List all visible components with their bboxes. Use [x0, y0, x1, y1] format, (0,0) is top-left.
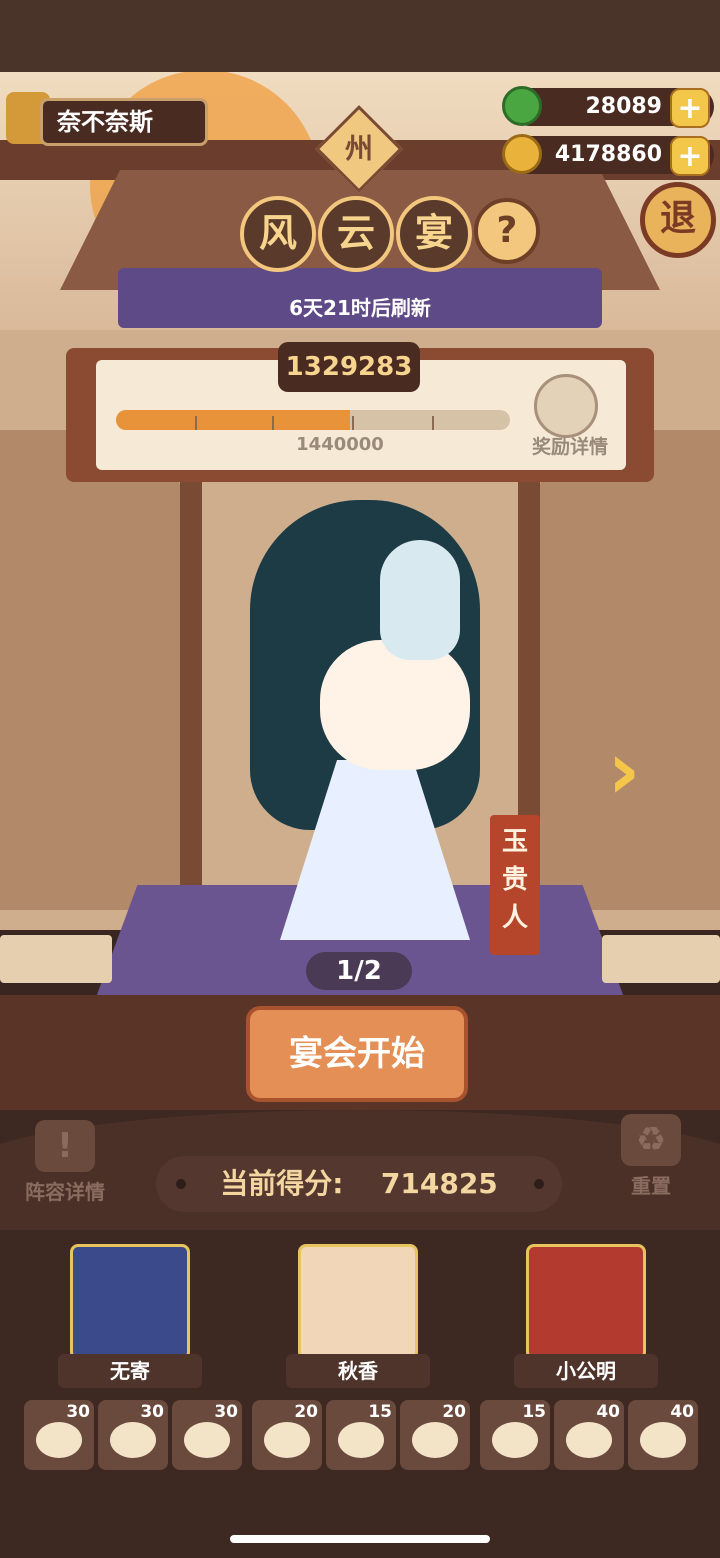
score-progress-bar	[116, 410, 510, 430]
reset-button[interactable]: ♻ 重置	[606, 1114, 696, 1204]
dish-icon	[640, 1422, 686, 1458]
dish-count: 40	[670, 1402, 694, 1422]
total-score: 1329283	[278, 342, 420, 392]
bench-left	[0, 935, 112, 983]
recycle-icon: ♻	[621, 1114, 681, 1166]
dish-count: 30	[214, 1402, 238, 1422]
dish-slot[interactable]: 30	[172, 1400, 242, 1470]
dish-count: 15	[522, 1402, 546, 1422]
guest-portrait-3[interactable]	[526, 1244, 646, 1360]
dish-count: 20	[294, 1402, 318, 1422]
curtain-left	[0, 430, 200, 910]
character-name-card: 玉贵人	[490, 815, 540, 955]
dish-slot[interactable]: 20	[252, 1400, 322, 1470]
curtain-right	[520, 430, 720, 910]
guest-name-1: 无寄	[58, 1354, 202, 1388]
dish-slot[interactable]: 40	[554, 1400, 624, 1470]
score-target: 1440000	[296, 434, 384, 455]
dish-slot[interactable]: 30	[98, 1400, 168, 1470]
progress-tick	[195, 416, 197, 430]
title-char-3: 宴	[396, 196, 472, 272]
character-name: 玉贵人	[502, 827, 529, 933]
progress-tick	[352, 416, 354, 430]
dish-count: 15	[368, 1402, 392, 1422]
top-decor-bar	[0, 0, 720, 72]
dish-count: 30	[140, 1402, 164, 1422]
home-indicator[interactable]	[230, 1535, 490, 1543]
exclamation-icon: !	[35, 1120, 95, 1172]
dish-slot[interactable]: 15	[326, 1400, 396, 1470]
current-score-value: 714825	[380, 1167, 498, 1200]
player-name[interactable]: 奈不奈斯	[40, 98, 208, 146]
green-apple-icon	[502, 86, 542, 126]
lineup-details-label: 阵容详情	[25, 1180, 105, 1204]
current-score-label: 当前得分:	[220, 1167, 344, 1200]
dish-icon	[566, 1422, 612, 1458]
guest-name-3: 小公明	[514, 1354, 658, 1388]
bench-right	[602, 935, 720, 983]
help-button[interactable]: ?	[474, 198, 540, 264]
pillar-left	[180, 480, 202, 900]
progress-tick	[432, 416, 434, 430]
reward-details-button[interactable]: 奖励详情	[520, 432, 620, 460]
dish-count: 30	[66, 1402, 90, 1422]
dish-slot[interactable]: 20	[400, 1400, 470, 1470]
dish-icon	[110, 1422, 156, 1458]
reset-label: 重置	[631, 1174, 671, 1198]
progress-tick	[272, 416, 274, 430]
next-character-button[interactable]: ›	[594, 728, 654, 814]
dish-icon	[412, 1422, 458, 1458]
title-char-1: 风	[240, 196, 316, 272]
add-apple-button[interactable]: +	[670, 88, 710, 128]
start-banquet-button[interactable]: 宴会开始	[246, 1006, 468, 1102]
dish-icon	[36, 1422, 82, 1458]
character-page-indicator: 1/2	[306, 952, 412, 990]
character-face	[320, 640, 470, 770]
dish-slot[interactable]: 30	[24, 1400, 94, 1470]
add-coin-button[interactable]: +	[670, 136, 710, 176]
reward-chest-icon[interactable]	[534, 374, 598, 438]
dish-icon	[338, 1422, 384, 1458]
region-label: 州	[344, 132, 373, 165]
dish-icon	[184, 1422, 230, 1458]
guest-name-2: 秋香	[286, 1354, 430, 1388]
dish-slot[interactable]: 15	[480, 1400, 550, 1470]
currency-coin-value: 4178860	[554, 142, 662, 167]
lineup-details-button[interactable]: ! 阵容详情	[20, 1120, 110, 1210]
guest-portrait-1[interactable]	[70, 1244, 190, 1360]
exit-button[interactable]: 退	[640, 182, 716, 258]
dish-icon	[492, 1422, 538, 1458]
decor-dot	[176, 1179, 186, 1189]
current-score-bar: 当前得分: 714825	[156, 1156, 562, 1212]
decor-dot	[534, 1179, 544, 1189]
refresh-timer: 6天21时后刷新	[289, 296, 431, 320]
dish-icon	[264, 1422, 310, 1458]
gold-coin-icon	[502, 134, 542, 174]
dish-count: 20	[442, 1402, 466, 1422]
dish-count: 40	[596, 1402, 620, 1422]
dish-slot[interactable]: 40	[628, 1400, 698, 1470]
pipa-instrument-icon	[380, 540, 460, 660]
title-char-2: 云	[318, 196, 394, 272]
guest-portrait-2[interactable]	[298, 1244, 418, 1360]
currency-apple-value: 28089	[585, 94, 662, 119]
score-progress-fill	[116, 410, 351, 430]
